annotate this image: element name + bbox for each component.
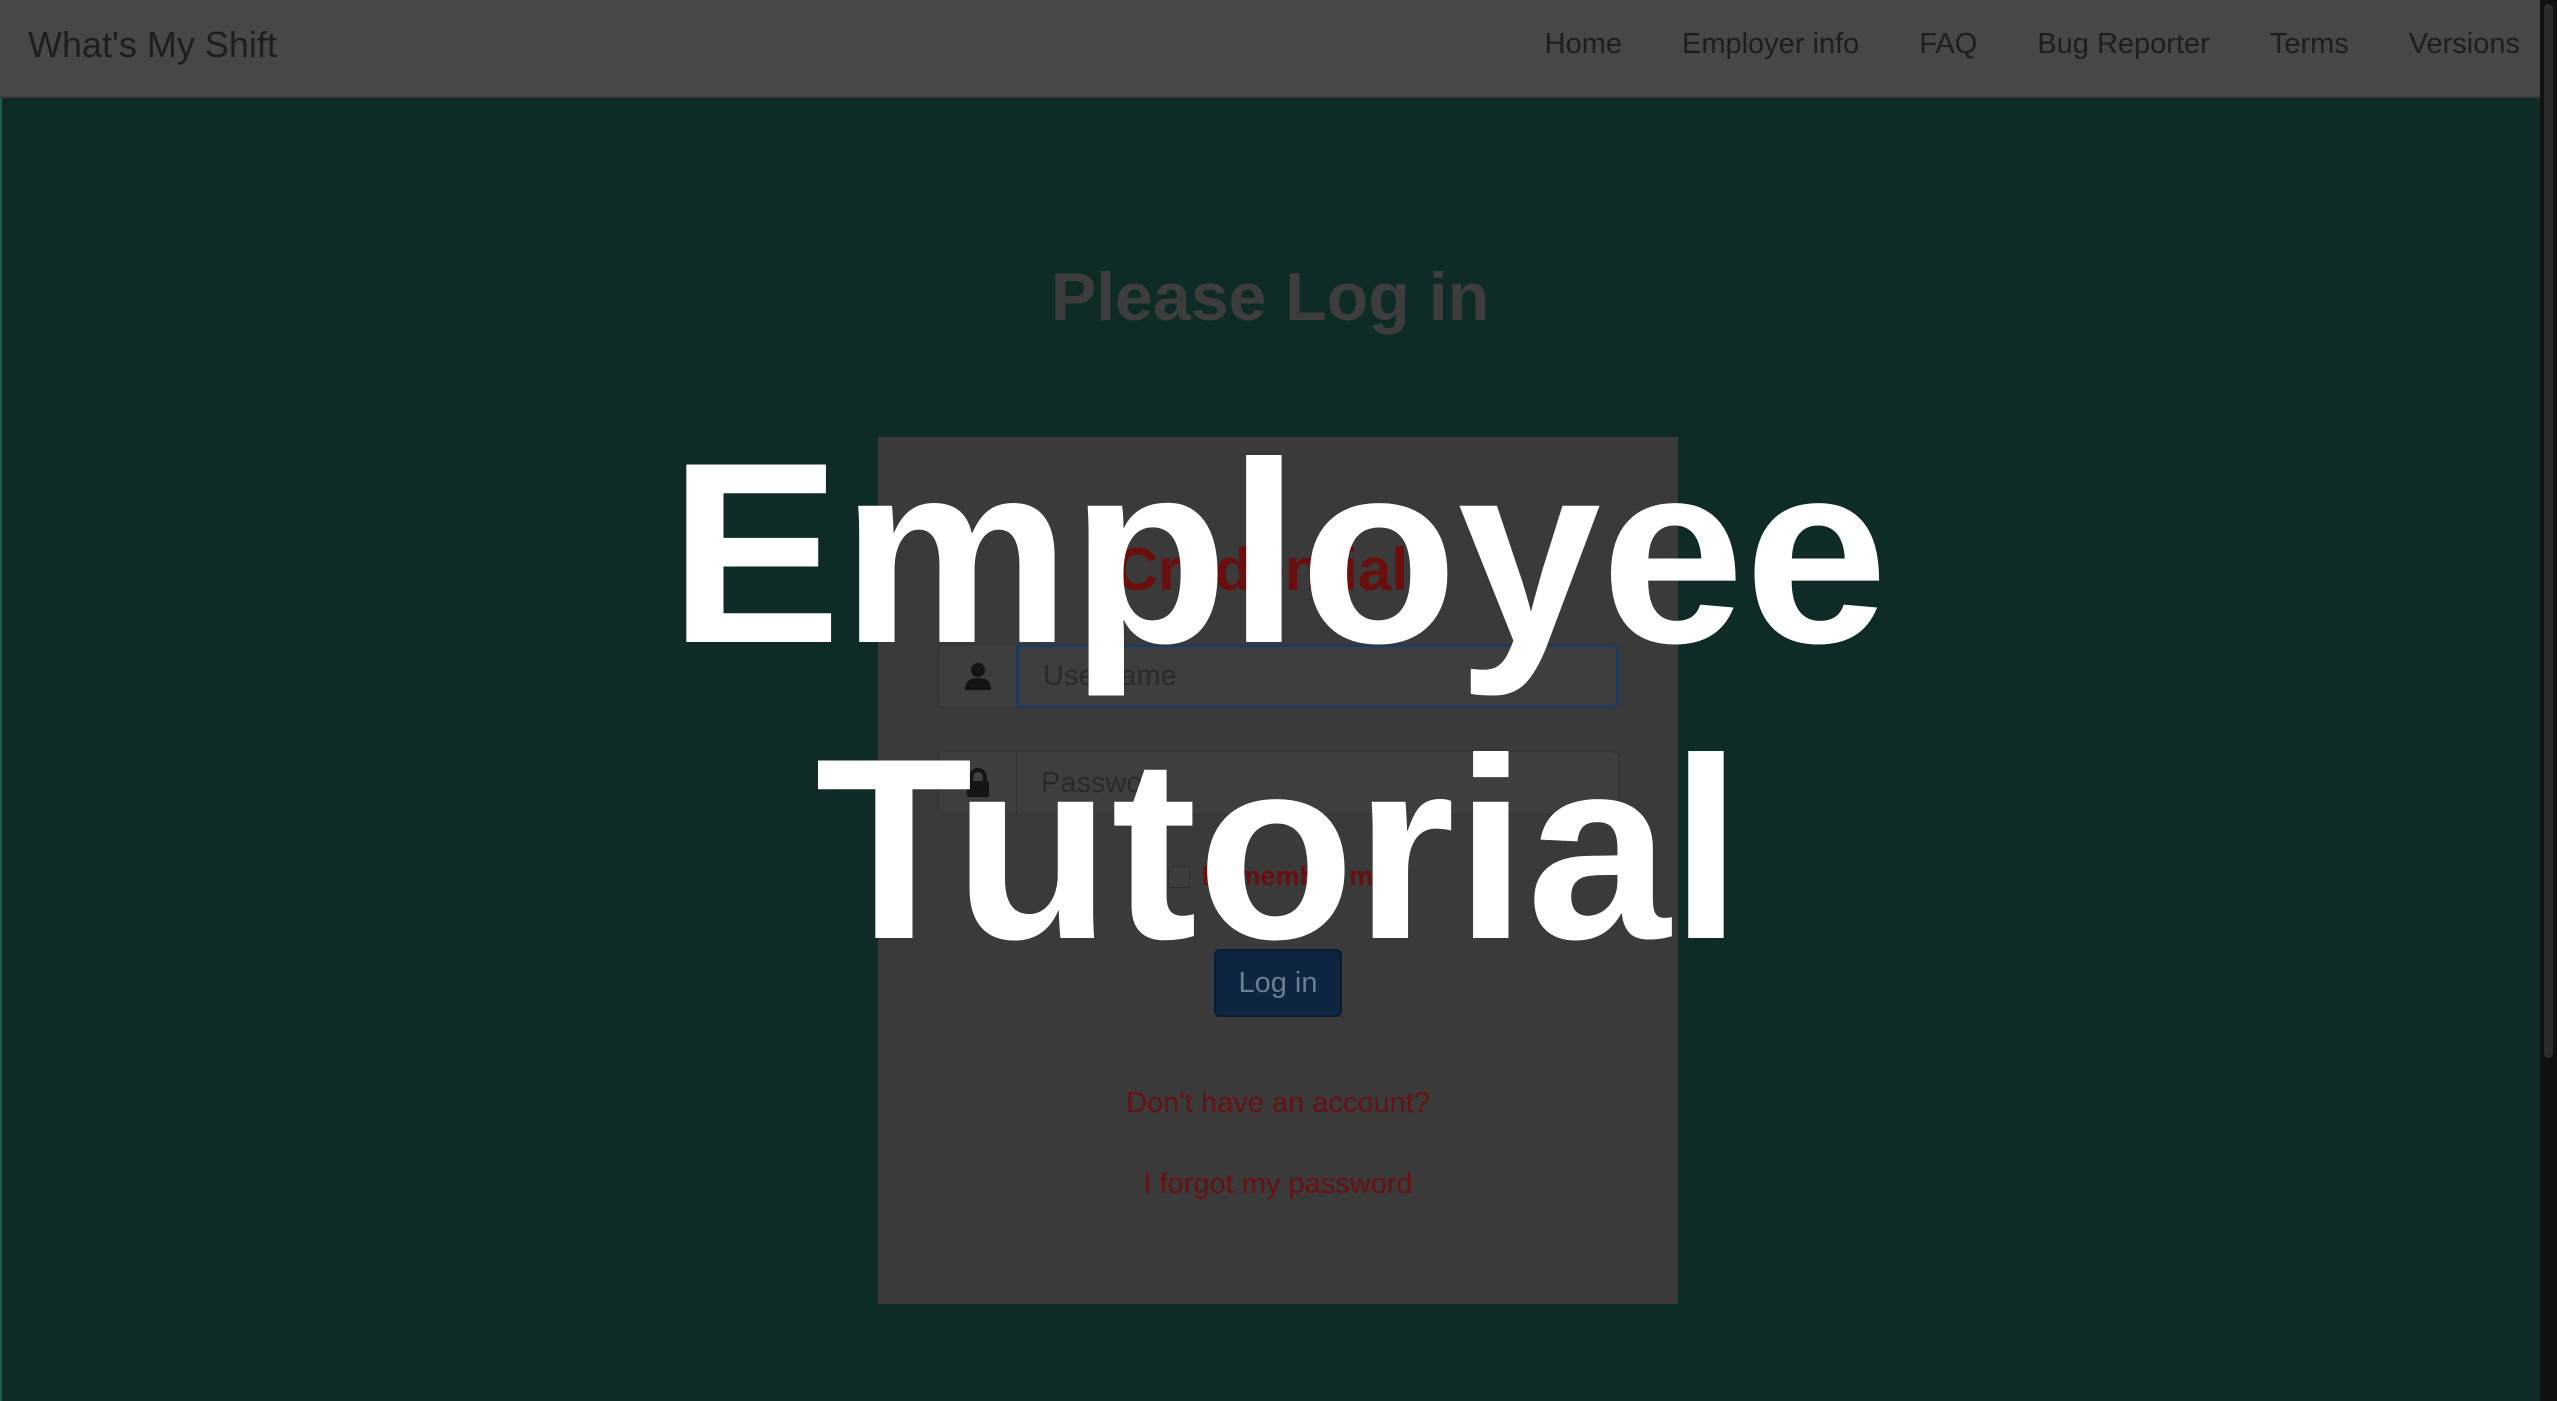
signup-link[interactable]: Don't have an account? (878, 1087, 1678, 1120)
nav-link-versions[interactable]: Versions (2409, 28, 2520, 61)
nav-link-terms[interactable]: Terms (2270, 28, 2349, 61)
nav-link-employer-info[interactable]: Employer info (1682, 28, 1859, 61)
scrollbar-thumb[interactable] (2544, 4, 2553, 1058)
nav-link-faq[interactable]: FAQ (1919, 28, 1977, 61)
brand-logo[interactable]: What's My Shift (28, 24, 277, 66)
nav-link-home[interactable]: Home (1545, 28, 1622, 61)
navbar: What's My Shift Home Employer info FAQ B… (0, 0, 2540, 98)
tutorial-overlay-title: Employee Tutorial (0, 405, 2557, 997)
page-title: Please Log in (1050, 259, 1490, 335)
forgot-password-link[interactable]: I forgot my password (878, 1168, 1678, 1201)
overlay-line-1: Employee (669, 408, 1888, 697)
nav-links: Home Employer info FAQ Bug Reporter Term… (1485, 28, 2520, 61)
overlay-line-2: Tutorial (815, 704, 1742, 993)
page: What's My Shift Home Employer info FAQ B… (0, 0, 2557, 1401)
nav-link-bug-reporter[interactable]: Bug Reporter (2037, 28, 2210, 61)
scrollbar[interactable] (2540, 0, 2557, 1401)
